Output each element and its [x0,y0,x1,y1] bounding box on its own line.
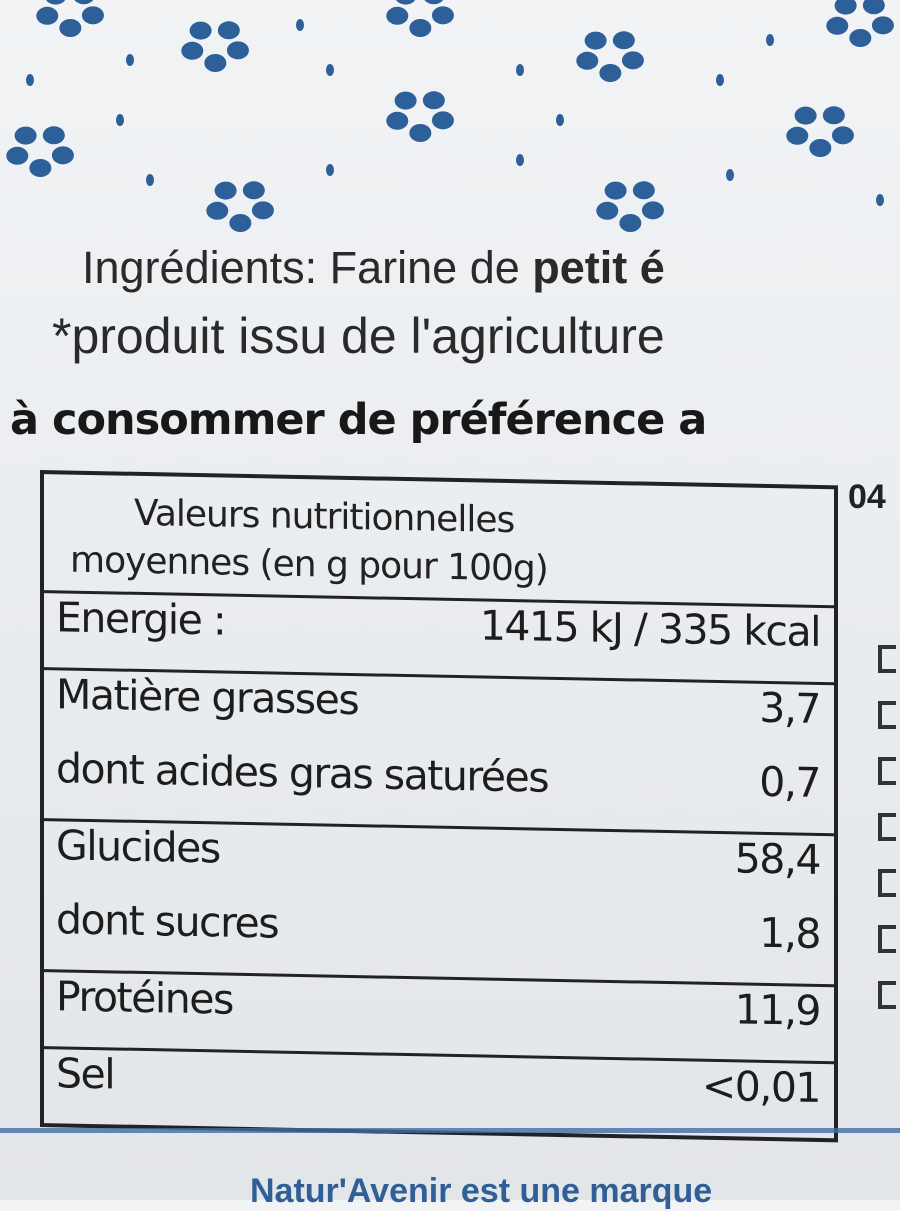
fat-group: Matière grasses 3,7 dont acides gras sat… [44,670,834,837]
pattern-dot-0 [226,41,249,60]
saturated-fat-value: 0,7 [759,757,820,807]
sugars-label: dont sucres [56,895,279,948]
carbs-value: 58,4 [734,834,820,884]
carbs-group: Glucides 58,4 dont sucres 1,8 [44,821,834,988]
salt-row: Sel <0,01 [44,1049,834,1138]
pattern-dot-41 [409,18,432,37]
pattern-dot-16 [809,138,832,157]
pattern-dot-48 [834,0,857,15]
energy-row: Energie : 1415 kJ / 335 kcal [44,593,834,682]
fat-value: 3,7 [759,683,820,733]
pattern-dot-28 [214,181,237,200]
pattern-dot-60 [26,74,34,86]
pattern-dot-17 [786,126,809,145]
pattern-dot-59 [766,34,774,46]
pattern-dot-46 [849,28,872,47]
pattern-dot-14 [612,31,635,50]
brand-text-cropped: Natur'Avenir est une marque [250,1172,713,1210]
pattern-dot-61 [556,114,564,126]
pattern-dot-1 [204,53,227,72]
pattern-dot-57 [726,169,734,181]
nutrition-table: Valeurs nutritionnelles moyennes (en g p… [40,470,838,1143]
pattern-dot-58 [296,19,304,31]
pattern-dot-31 [619,213,642,232]
pattern-dot-27 [206,201,229,220]
nutrition-table-header: Valeurs nutritionnelles moyennes (en g p… [44,474,834,609]
energy-label: Energie : [56,593,226,645]
pattern-dot-29 [242,181,265,200]
best-before-text: à consommer de préférence a [10,395,707,445]
pattern-dot-22 [6,146,29,165]
pattern-dot-38 [46,0,66,5]
pattern-dot-37 [36,6,59,25]
pattern-dot-32 [596,201,619,220]
saturated-fat-row: dont acides gras saturées 0,7 [44,744,834,833]
pattern-dot-33 [604,181,627,200]
pattern-dot-39 [74,0,94,5]
pattern-dot-30 [641,201,664,220]
pattern-dot-42 [386,6,409,25]
pattern-dot-47 [826,16,849,35]
pattern-dot-52 [516,64,524,76]
pattern-dot-8 [394,91,417,110]
pattern-dot-7 [386,111,409,130]
pattern-dot-43 [396,0,416,5]
pattern-dot-9 [422,91,445,110]
pattern-dot-11 [599,63,622,82]
pattern-dot-24 [42,126,65,145]
pattern-dot-55 [326,164,334,176]
pattern-dot-35 [81,6,104,25]
pattern-dot-45 [871,16,894,35]
pattern-dot-36 [59,18,82,37]
pattern-dot-19 [822,106,845,125]
pattern-dot-12 [576,51,599,70]
pattern-dot-5 [431,111,454,130]
saturated-fat-label: dont acides gras saturées [56,744,549,802]
pattern-dot-2 [181,41,204,60]
pattern-dot-51 [326,64,334,76]
pattern-dot-20 [51,146,74,165]
salt-group: Sel <0,01 [44,1049,834,1138]
sugars-row: dont sucres 1,8 [44,895,834,984]
pattern-dot-25 [251,201,274,220]
energy-value: 1415 kJ / 335 kcal [479,601,820,656]
pattern-dot-40 [431,6,454,25]
pattern-dot-62 [116,114,124,126]
pattern-dot-54 [146,174,154,186]
pattern-dot-6 [409,123,432,142]
pattern-dot-13 [584,31,607,50]
pattern-dot-23 [14,126,37,145]
pattern-dot-26 [229,213,252,232]
salt-label: Sel [56,1049,115,1099]
pattern-dot-56 [516,154,524,166]
lot-code: 04 [848,478,886,516]
pattern-dot-50 [126,54,134,66]
fat-label: Matière grasses [56,670,359,725]
sugars-value: 1,8 [759,908,820,958]
pattern-dot-44 [424,0,444,5]
organic-note: *produit issu de l'agriculture [52,308,665,364]
salt-value: <0,01 [701,1061,820,1112]
floral-dot-pattern [6,0,894,232]
pattern-dot-34 [632,181,655,200]
protein-row: Protéines 11,9 [44,972,834,1061]
pattern-dot-4 [217,21,240,40]
protein-label: Protéines [56,972,233,1024]
protein-value: 11,9 [734,985,820,1035]
pattern-dot-15 [831,126,854,145]
carbs-label: Glucides [56,821,220,873]
pattern-dot-49 [862,0,885,15]
pattern-dot-63 [876,194,884,206]
pattern-dot-3 [189,21,212,40]
ingredients-text: Ingrédients: Farine de petit é [82,242,665,293]
blue-band [0,1128,900,1133]
pattern-dot-18 [794,106,817,125]
edge-marks [878,645,900,1009]
pattern-dot-53 [716,74,724,86]
pattern-dot-21 [29,158,52,177]
pattern-dot-10 [621,51,644,70]
